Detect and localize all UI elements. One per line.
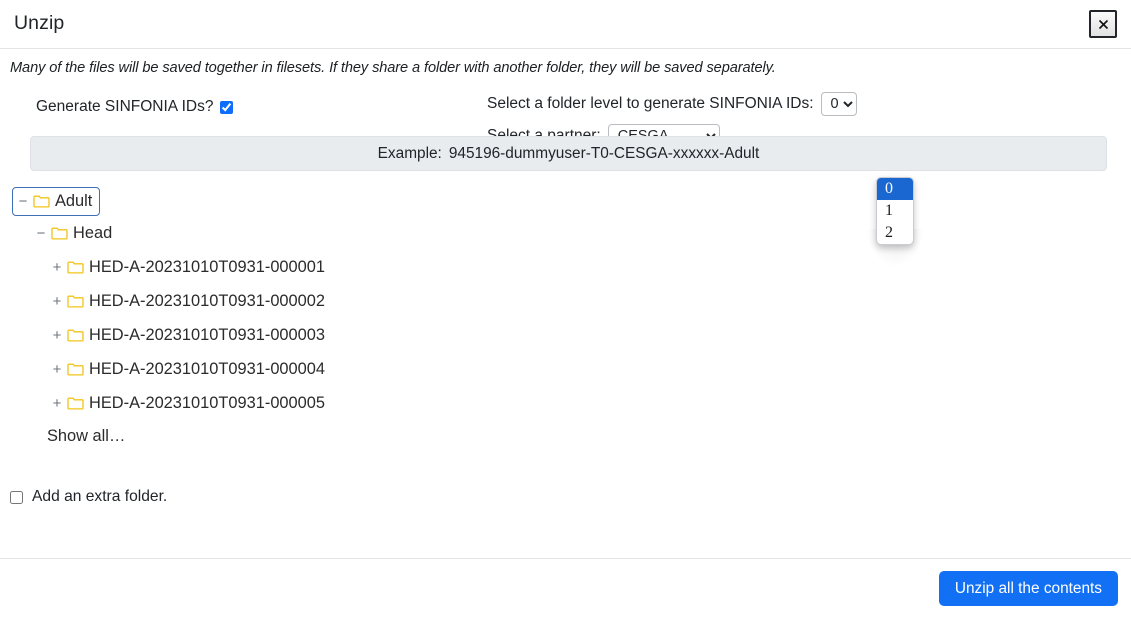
- folder-level-label: Select a folder level to generate SINFON…: [487, 95, 814, 112]
- tree-toggle-adult[interactable]: −: [18, 194, 28, 209]
- tree-label-item-4: HED-A-20231010T0931-000004: [89, 359, 326, 378]
- example-bar: Example: 945196-dummyuser-T0-CESGA-xxxxx…: [30, 136, 1107, 171]
- modal-header: Unzip: [0, 0, 1131, 49]
- close-button[interactable]: [1089, 10, 1117, 38]
- tree-toggle-item-5[interactable]: +: [52, 396, 62, 411]
- tree-row-head[interactable]: − Head: [36, 216, 113, 250]
- unzip-all-button[interactable]: Unzip all the contents: [938, 571, 1118, 606]
- description-note: Many of the files will be saved together…: [10, 60, 776, 76]
- folder-icon: [67, 362, 84, 376]
- page-title: Unzip: [14, 12, 65, 35]
- example-label: Example:: [377, 144, 442, 162]
- folder-level-dropdown-list[interactable]: 0 1 2: [876, 177, 914, 245]
- generate-ids-checkbox[interactable]: [220, 100, 234, 114]
- folder-tree: − Adult − Head + HED-A-20231010T0931-000…: [0, 187, 1131, 452]
- generate-ids-group: Generate SINFONIA IDs?: [0, 96, 234, 118]
- tree-row-item-1[interactable]: + HED-A-20231010T0931-000001: [52, 250, 325, 284]
- dropdown-option-2[interactable]: 2: [877, 222, 913, 244]
- close-icon: [1097, 18, 1110, 31]
- tree-label-adult: Adult: [55, 191, 93, 210]
- modal-footer: Unzip all the contents: [0, 558, 1131, 618]
- folder-icon: [67, 396, 84, 410]
- extra-folder-group: Add an extra folder.: [0, 488, 1131, 506]
- extra-folder-checkbox[interactable]: [10, 490, 23, 504]
- tree-row-adult[interactable]: − Adult: [12, 187, 100, 216]
- tree-label-item-1: HED-A-20231010T0931-000001: [89, 257, 326, 276]
- folder-level-select[interactable]: 0 1 2: [820, 92, 857, 116]
- dropdown-option-1[interactable]: 1: [877, 200, 913, 222]
- options-row: Generate SINFONIA IDs? Select a folder l…: [0, 76, 1131, 149]
- folder-icon: [51, 226, 68, 240]
- folder-icon: [67, 328, 84, 342]
- tree-toggle-item-2[interactable]: +: [52, 294, 62, 309]
- folder-icon: [67, 260, 84, 274]
- generate-ids-label: Generate SINFONIA IDs?: [36, 98, 214, 115]
- extra-folder-label: Add an extra folder.: [32, 488, 168, 505]
- tree-label-item-3: HED-A-20231010T0931-000003: [89, 325, 326, 344]
- folder-level-row: Select a folder level to generate SINFON…: [487, 92, 857, 116]
- example-value: 945196-dummyuser-T0-CESGA-xxxxxx-Adult: [448, 144, 760, 162]
- tree-label-head: Head: [73, 223, 113, 242]
- tree-toggle-item-3[interactable]: +: [52, 328, 62, 343]
- tree-row-item-2[interactable]: + HED-A-20231010T0931-000002: [52, 284, 325, 318]
- tree-toggle-head[interactable]: −: [36, 226, 46, 241]
- show-all-link[interactable]: Show all…: [47, 420, 125, 452]
- tree-toggle-item-4[interactable]: +: [52, 362, 62, 377]
- tree-row-item-3[interactable]: + HED-A-20231010T0931-000003: [52, 318, 325, 352]
- tree-label-item-2: HED-A-20231010T0931-000002: [89, 291, 326, 310]
- tree-toggle-item-1[interactable]: +: [52, 260, 62, 275]
- modal-body: Many of the files will be saved together…: [0, 49, 1131, 506]
- tree-label-item-5: HED-A-20231010T0931-000005: [89, 393, 326, 412]
- tree-row-item-5[interactable]: + HED-A-20231010T0931-000005: [52, 386, 325, 420]
- folder-icon: [33, 194, 50, 208]
- folder-icon: [67, 294, 84, 308]
- tree-row-item-4[interactable]: + HED-A-20231010T0931-000004: [52, 352, 325, 386]
- dropdown-option-0[interactable]: 0: [877, 178, 913, 200]
